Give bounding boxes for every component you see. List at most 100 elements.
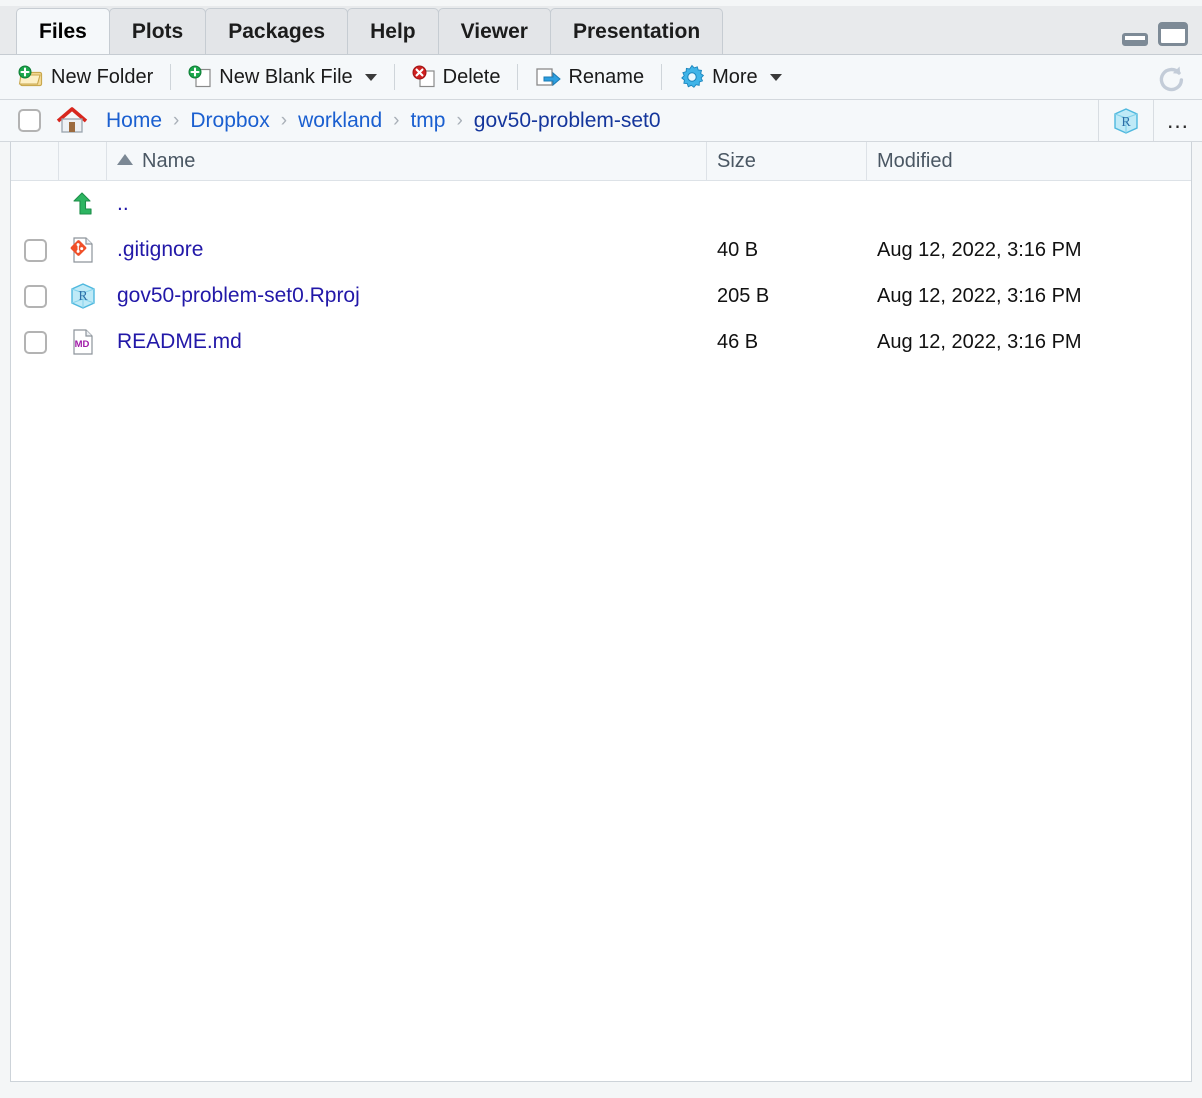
sort-ascending-icon <box>117 154 133 165</box>
row-name-cell[interactable]: .. <box>107 181 707 227</box>
delete-button[interactable]: Delete <box>404 60 509 94</box>
row-modified-cell: Aug 12, 2022, 3:16 PM <box>877 285 1082 307</box>
tab-label: Presentation <box>572 20 701 43</box>
breadcrumb-separator: › <box>173 109 180 131</box>
breadcrumb-item-tmp[interactable]: tmp <box>407 109 448 133</box>
toolbar-separator <box>393 64 395 90</box>
minimize-icon[interactable] <box>1122 33 1148 46</box>
breadcrumb-separator: › <box>393 109 400 131</box>
more-actions-button[interactable]: … <box>1154 107 1202 134</box>
path-right-actions: R … <box>1098 100 1202 141</box>
pane-tabbar: Files Plots Packages Help Viewer Present… <box>0 0 1202 55</box>
tab-plots[interactable]: Plots <box>108 8 207 54</box>
column-header-name[interactable]: Name <box>107 142 707 180</box>
table-row[interactable]: .gitignore 40 B Aug 12, 2022, 3:16 PM <box>11 227 1191 273</box>
toolbar-separator <box>170 64 172 90</box>
header-checkbox-column <box>11 142 59 180</box>
chevron-down-icon[interactable] <box>769 73 782 81</box>
new-blank-file-label: New Blank File <box>219 65 353 88</box>
row-modified-cell: Aug 12, 2022, 3:16 PM <box>877 331 1082 353</box>
file-link[interactable]: gov50-problem-set0.Rproj <box>117 284 360 307</box>
more-button[interactable]: More <box>671 60 790 94</box>
delete-icon <box>412 65 435 88</box>
more-label: More <box>712 65 758 88</box>
toolbar-separator <box>517 64 519 90</box>
header-icon-column <box>59 142 107 180</box>
home-icon[interactable] <box>55 106 89 136</box>
rename-icon <box>536 68 562 87</box>
row-name-cell[interactable]: gov50-problem-set0.Rproj <box>107 273 707 319</box>
row-icon-cell: MD <box>59 319 107 365</box>
tab-label: Files <box>39 20 87 43</box>
tab-packages[interactable]: Packages <box>205 8 349 54</box>
new-file-icon <box>188 65 211 88</box>
r-project-button[interactable]: R <box>1099 106 1153 136</box>
tab-files[interactable]: Files <box>16 8 110 54</box>
svg-text:R: R <box>78 289 88 304</box>
row-checkbox[interactable] <box>23 284 47 308</box>
row-checkbox-cell <box>11 181 59 227</box>
row-size-cell: 205 B <box>717 285 770 307</box>
row-modified-cell: Aug 12, 2022, 3:16 PM <box>877 239 1082 261</box>
row-size-cell <box>707 181 867 227</box>
row-size-cell: 40 B <box>717 239 759 261</box>
new-folder-button[interactable]: New Folder <box>10 60 161 94</box>
row-size-cell: 46 B <box>717 331 759 353</box>
file-link[interactable]: README.md <box>117 330 242 353</box>
path-breadcrumb-bar: Home › Dropbox › workland › tmp › gov50-… <box>0 100 1202 142</box>
breadcrumb-separator: › <box>280 109 288 131</box>
row-checkbox-cell <box>11 319 59 365</box>
tab-presentation[interactable]: Presentation <box>549 8 724 54</box>
select-all-checkbox[interactable] <box>18 109 41 132</box>
row-checkbox[interactable] <box>23 330 47 354</box>
refresh-button[interactable] <box>1154 61 1188 95</box>
table-row[interactable]: .. <box>11 181 1191 227</box>
column-header-size[interactable]: Size <box>707 142 867 180</box>
tab-label: Viewer <box>460 20 528 43</box>
tab-viewer[interactable]: Viewer <box>437 8 551 54</box>
row-name-cell[interactable]: README.md <box>107 319 707 365</box>
breadcrumb-item-current[interactable]: gov50-problem-set0 <box>471 109 664 133</box>
file-list: Name Size Modified .. .gitignore 40 B Au… <box>10 142 1192 1082</box>
row-name-cell[interactable]: .gitignore <box>107 227 707 273</box>
column-header-name-label: Name <box>142 150 196 172</box>
file-link[interactable]: .gitignore <box>117 238 203 261</box>
maximize-icon[interactable] <box>1158 22 1188 46</box>
new-blank-file-button[interactable]: New Blank File <box>180 60 384 94</box>
breadcrumb-item-home[interactable]: Home <box>103 109 165 133</box>
breadcrumb-item-dropbox[interactable]: Dropbox <box>187 109 272 133</box>
column-header-modified[interactable]: Modified <box>867 142 1191 180</box>
rename-button[interactable]: Rename <box>527 60 652 94</box>
tab-help[interactable]: Help <box>347 8 439 54</box>
markdown-file-icon: MD <box>73 329 93 355</box>
row-checkbox[interactable] <box>23 238 47 262</box>
gear-icon <box>681 64 705 88</box>
refresh-icon <box>1159 66 1184 92</box>
toolbar-separator <box>661 64 663 90</box>
table-row[interactable]: R gov50-problem-set0.Rproj 205 B Aug 12,… <box>11 273 1191 319</box>
svg-text:R: R <box>1121 115 1131 130</box>
row-checkbox-cell <box>11 273 59 319</box>
tab-label: Help <box>370 20 416 43</box>
tab-label: Plots <box>131 20 184 43</box>
file-link[interactable]: .. <box>117 192 129 215</box>
new-folder-label: New Folder <box>51 65 154 88</box>
chevron-down-icon[interactable] <box>364 73 377 81</box>
new-folder-icon <box>18 65 43 87</box>
file-list-header: Name Size Modified <box>11 142 1191 181</box>
table-row[interactable]: MD README.md 46 B Aug 12, 2022, 3:16 PM <box>11 319 1191 365</box>
rename-label: Rename <box>568 65 645 88</box>
r-project-icon: R <box>71 283 95 309</box>
row-checkbox-cell <box>11 227 59 273</box>
files-toolbar: New Folder New Blank File Delete Rename <box>0 55 1202 100</box>
row-icon-cell <box>59 181 107 227</box>
breadcrumb-item-workland[interactable]: workland <box>295 109 385 133</box>
breadcrumb-separator: › <box>456 109 463 131</box>
column-header-modified-label: Modified <box>877 150 953 172</box>
r-project-icon: R <box>1114 107 1138 134</box>
tab-label: Packages <box>228 20 326 43</box>
column-header-size-label: Size <box>717 150 756 172</box>
row-icon-cell: R <box>59 273 107 319</box>
git-file-icon <box>70 237 93 263</box>
window-controls <box>1122 22 1188 46</box>
